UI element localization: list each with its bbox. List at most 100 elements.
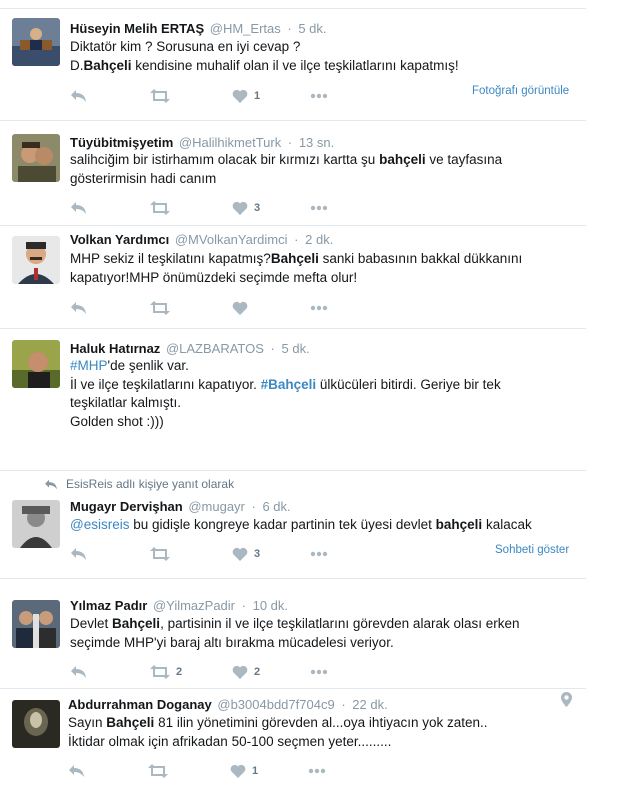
reply-button[interactable] — [70, 300, 87, 316]
retweet-button[interactable] — [150, 546, 176, 562]
retweet-button[interactable]: 2 — [150, 664, 182, 680]
fullname[interactable]: Tüyübitmişyetim — [70, 135, 173, 150]
fullname[interactable]: Abdurrahman Doganay — [68, 697, 212, 712]
mention-link[interactable]: @esisreis — [70, 517, 129, 532]
reply-context[interactable]: EsisReis adlı kişiye yanıt olarak — [44, 477, 234, 491]
like-count: 1 — [254, 90, 261, 102]
retweet-button[interactable] — [150, 88, 176, 104]
avatar[interactable] — [12, 700, 60, 748]
heart-icon — [232, 89, 248, 103]
tweet-line: Devlet Bahçeli, partisinin il ve ilçe te… — [70, 615, 520, 634]
text-span: Devlet — [70, 616, 113, 631]
retweet-count: 2 — [176, 666, 183, 678]
reply-button[interactable] — [70, 200, 87, 216]
like-button[interactable] — [232, 300, 254, 316]
username[interactable]: @mugayr — [188, 499, 245, 514]
timestamp[interactable]: 5 dk. — [282, 341, 310, 356]
avatar[interactable] — [12, 134, 60, 182]
more-button[interactable] — [310, 546, 328, 562]
tweet-text: salihciğim bir istirhamım olacak bir kır… — [70, 151, 502, 188]
reply-icon — [71, 202, 86, 214]
like-count: 1 — [252, 765, 259, 777]
username[interactable]: @HalilhikmetTurk — [179, 135, 281, 150]
fullname[interactable]: Hüseyin Melih ERTAŞ — [70, 21, 204, 36]
timestamp[interactable]: 5 dk. — [298, 21, 326, 36]
reply-context-label: EsisReis adlı kişiye yanıt olarak — [66, 477, 235, 491]
separator-dot: · — [287, 21, 292, 36]
avatar[interactable] — [12, 600, 60, 648]
text-span: sanki babasının bakkal dükkanını — [318, 251, 523, 266]
reply-icon — [71, 666, 86, 678]
avatar[interactable] — [12, 18, 60, 66]
more-button[interactable] — [310, 88, 328, 104]
tweet-text: Sayın Bahçeli 81 ilin yönetimini görevde… — [68, 714, 488, 751]
view-photo-link[interactable]: Fotoğrafı görüntüle — [472, 85, 569, 97]
heart-icon — [230, 764, 246, 778]
text-span: salihciğim bir istirhamım olacak bir kır… — [70, 152, 380, 167]
tweet-actions: 3 — [70, 200, 570, 216]
fullname[interactable]: Volkan Yardımcı — [70, 232, 169, 247]
username[interactable]: @HM_Ertas — [210, 21, 281, 36]
heart-icon — [232, 547, 248, 561]
like-button[interactable]: 2 — [232, 664, 260, 680]
username[interactable]: @MVolkanYardimci — [175, 232, 288, 247]
like-button[interactable]: 1 — [230, 763, 258, 779]
fullname[interactable]: Yılmaz Padır — [70, 598, 147, 613]
show-conversation-link[interactable]: Sohbeti göster — [495, 544, 569, 556]
username[interactable]: @YilmazPadir — [153, 598, 235, 613]
separator-dot: · — [294, 232, 299, 247]
fullname[interactable]: Mugayr Dervişhan — [70, 499, 183, 514]
retweet-button[interactable] — [150, 300, 176, 316]
text-span: ve tayfasına — [425, 152, 503, 167]
avatar[interactable] — [12, 340, 60, 388]
location-pin-icon[interactable] — [561, 692, 572, 712]
reply-button[interactable] — [70, 88, 87, 104]
username[interactable]: @LAZBARATOS — [166, 341, 264, 356]
hashtag-link[interactable]: #Bahçeli — [261, 377, 317, 392]
heart-icon — [232, 201, 248, 215]
hashtag-link[interactable]: #MHP — [70, 358, 108, 373]
like-button[interactable]: 3 — [232, 200, 260, 216]
more-button[interactable] — [310, 300, 328, 316]
keyword-highlight: Bahçeli — [270, 251, 319, 266]
more-button[interactable] — [308, 763, 326, 779]
tweet-header: Hüseyin Melih ERTAŞ @HM_Ertas · 5 dk. — [70, 21, 327, 37]
tweet-line: #MHP'de şenlik var. — [70, 357, 501, 376]
more-button[interactable] — [310, 664, 328, 680]
avatar[interactable] — [12, 500, 60, 548]
like-button[interactable]: 3 — [232, 546, 260, 562]
tweet-actions: 1 — [68, 763, 568, 779]
separator-dot: · — [241, 598, 246, 613]
tweet-line: gösterirmisin hadi canım — [70, 170, 217, 186]
retweet-button[interactable] — [150, 200, 176, 216]
timestamp[interactable]: 10 dk. — [253, 598, 288, 613]
tweet-header: Tüyübitmişyetim @HalilhikmetTurk · 13 sn… — [70, 135, 334, 151]
reply-button[interactable] — [70, 546, 87, 562]
retweet-button[interactable] — [148, 763, 174, 779]
keyword-highlight: bahçeli — [435, 517, 483, 532]
text-span: MHP sekiz il teşkilatını kapatmış? — [70, 251, 271, 266]
username[interactable]: @b3004bdd7f704c9 — [217, 697, 334, 712]
avatar[interactable] — [12, 236, 60, 284]
tweet-actions — [70, 300, 570, 316]
fullname[interactable]: Haluk Hatırnaz — [70, 341, 160, 356]
timestamp[interactable]: 22 dk. — [352, 697, 387, 712]
more-button[interactable] — [310, 200, 328, 216]
timestamp[interactable]: 13 sn. — [299, 135, 334, 150]
tweet-text: Diktatör kim ? Sorusuna en iyi cevap ? D… — [70, 38, 459, 75]
reply-button[interactable] — [70, 664, 87, 680]
tweet-separator — [0, 688, 586, 689]
like-button[interactable]: 1 — [232, 88, 260, 104]
timestamp[interactable]: 6 dk. — [262, 499, 290, 514]
tweet-actions: 2 2 — [70, 664, 570, 680]
tweet-header: Volkan Yardımcı @MVolkanYardimci · 2 dk. — [70, 232, 333, 248]
more-dots-icon — [310, 205, 328, 211]
more-dots-icon — [308, 768, 326, 774]
tweet-header: Mugayr Dervişhan @mugayr · 6 dk. — [70, 499, 291, 515]
text-span: Sayın — [68, 715, 107, 730]
reply-button[interactable] — [68, 763, 85, 779]
more-dots-icon — [310, 305, 328, 311]
timestamp[interactable]: 2 dk. — [305, 232, 333, 247]
tweet-text: @esisreis bu gidişle kongreye kadar part… — [70, 516, 532, 535]
tweet-line: teşkilatlar kalmıştı. — [70, 395, 182, 410]
